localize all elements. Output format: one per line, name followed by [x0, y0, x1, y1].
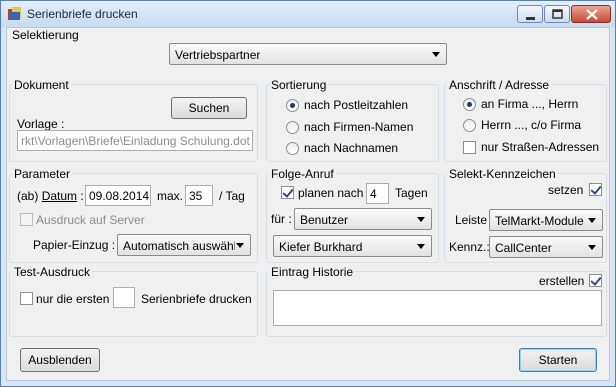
chevron-down-icon: [417, 217, 425, 222]
radio-postleitzahlen-label: nach Postleitzahlen: [304, 98, 409, 112]
leiste-select[interactable]: TelMarkt-Module: [489, 209, 603, 231]
person-select[interactable]: Kiefer Burkhard: [273, 235, 432, 257]
radio-nachnamen[interactable]: [286, 142, 299, 155]
leiste-label: Leiste :: [455, 213, 494, 227]
dialog-window: Serienbriefe drucken Selektierung Vertri…: [0, 0, 616, 387]
historie-title: Eintrag Historie: [269, 265, 356, 279]
chevron-down-icon: [432, 52, 440, 57]
kennz-value: CallCenter: [495, 241, 552, 255]
per-tag-label: / Tag: [219, 189, 245, 203]
radio-postleitzahlen[interactable]: [286, 99, 299, 112]
minimize-button[interactable]: [517, 5, 543, 23]
close-icon: [586, 9, 598, 20]
suchen-button[interactable]: Suchen: [171, 97, 247, 119]
chevron-down-icon: [236, 243, 244, 248]
test-suffix-label: Serienbriefe drucken: [141, 292, 252, 306]
parameter-title: Parameter: [12, 167, 73, 181]
benutzer-select[interactable]: Benutzer: [294, 208, 432, 230]
papier-einzug-select[interactable]: Automatisch auswähl: [117, 234, 251, 256]
minimize-icon: [526, 17, 535, 20]
fuer-label: für :: [271, 212, 292, 226]
nur-die-ersten-label: nur die ersten: [36, 292, 110, 306]
maximize-icon: [552, 9, 563, 19]
radio-herrn-co-label: Herrn ..., c/o Firma: [481, 118, 582, 132]
chevron-down-icon: [588, 245, 596, 250]
kennzeichen-title: Selekt-Kennzeichen: [447, 167, 558, 181]
radio-herrn-co[interactable]: [463, 119, 476, 132]
dokument-title: Dokument: [12, 78, 71, 92]
window-title: Serienbriefe drucken: [27, 7, 138, 21]
test-count-field[interactable]: [113, 287, 135, 308]
test-ausdruck-title: Test-Ausdruck: [12, 265, 93, 279]
erstellen-label: erstellen: [539, 274, 585, 288]
planen-label: planen nach: [298, 186, 364, 200]
planen-checkbox[interactable]: [281, 186, 294, 199]
tage-field[interactable]: 4: [366, 183, 389, 204]
datum-field[interactable]: 09.08.2014: [85, 185, 151, 206]
radio-an-firma-label: an Firma ..., Herrn: [481, 97, 579, 111]
datum-label: (ab) Datum :: [17, 189, 84, 203]
starten-button[interactable]: Starten: [519, 348, 597, 372]
person-value: Kiefer Burkhard: [279, 240, 363, 254]
radio-firmen-namen[interactable]: [286, 121, 299, 134]
kennz-select[interactable]: CallCenter: [489, 236, 603, 258]
nur-strassen-checkbox[interactable]: [463, 141, 476, 154]
kennz-label: Kennz.:: [449, 240, 490, 254]
ausblenden-button[interactable]: Ausblenden: [20, 348, 100, 372]
nur-die-ersten-checkbox[interactable]: [20, 292, 33, 305]
maximize-button[interactable]: [544, 5, 570, 23]
selektierung-value: Vertriebspartner: [175, 48, 261, 62]
ausdruck-server-label: Ausdruck auf Server: [36, 213, 145, 227]
leiste-value: TelMarkt-Module: [495, 214, 584, 228]
radio-firmen-namen-label: nach Firmen-Namen: [304, 120, 414, 134]
papier-einzug-label: Papier-Einzug :: [33, 238, 116, 252]
vorlage-field[interactable]: rkt\Vorlagen\Briefe\Einladung Schulung.d…: [17, 130, 253, 151]
papier-einzug-value: Automatisch auswähl: [123, 239, 235, 253]
title-bar[interactable]: Serienbriefe drucken: [1, 1, 615, 27]
historie-textarea[interactable]: [273, 290, 602, 326]
setzen-checkbox[interactable]: [589, 183, 602, 196]
chevron-down-icon: [417, 244, 425, 249]
app-icon: [8, 7, 21, 20]
benutzer-value: Benutzer: [300, 213, 349, 227]
client-area: Selektierung Vertriebspartner Dokument S…: [6, 27, 610, 381]
chevron-down-icon: [588, 218, 596, 223]
max-label: max.: [157, 189, 184, 203]
anschrift-title: Anschrift / Adresse: [447, 78, 552, 92]
nur-strassen-label: nur Straßen-Adressen: [481, 140, 600, 154]
selektierung-label: Selektierung: [12, 28, 79, 42]
selektierung-select[interactable]: Vertriebspartner: [169, 43, 447, 65]
max-field[interactable]: 35: [185, 185, 213, 206]
close-button[interactable]: [571, 5, 611, 23]
radio-nachnamen-label: nach Nachnamen: [304, 141, 399, 155]
folge-anruf-title: Folge-Anruf: [269, 167, 336, 181]
ausdruck-server-checkbox[interactable]: [20, 213, 33, 226]
vorlage-label: Vorlage :: [17, 117, 65, 131]
tage-label: Tagen: [395, 186, 428, 200]
radio-an-firma[interactable]: [463, 98, 476, 111]
setzen-label: setzen: [548, 183, 584, 197]
erstellen-checkbox[interactable]: [589, 274, 602, 287]
sortierung-title: Sortierung: [269, 78, 329, 92]
